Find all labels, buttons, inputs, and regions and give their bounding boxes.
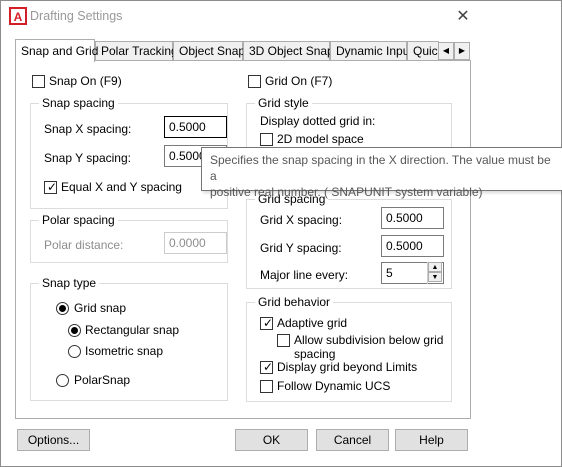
major-line-spinner[interactable]: ▲ ▼ xyxy=(427,262,442,284)
snap-on-label: Snap On (F9) xyxy=(49,74,122,88)
polar-distance-label: Polar distance: xyxy=(44,238,124,252)
allow-subdivision-label: Allow subdivision below grid xyxy=(294,333,444,347)
polar-snap-radio[interactable] xyxy=(56,374,69,387)
tooltip-line-2: positive real number. ( SNAPUNIT system … xyxy=(210,185,483,199)
tab-dynamic-input[interactable]: Dynamic Input xyxy=(330,41,413,61)
grid-behavior-title: Grid behavior xyxy=(255,295,334,309)
rectangular-snap-radio[interactable] xyxy=(68,324,81,337)
grid-snap-radio[interactable] xyxy=(56,302,69,315)
adaptive-grid-checkbox[interactable]: ✓ xyxy=(260,316,273,330)
svg-text:A: A xyxy=(14,10,23,24)
title-bar: A Drafting Settings ✕ xyxy=(1,1,561,32)
snap-x-tooltip: Specifies the snap spacing in the X dire… xyxy=(201,147,562,199)
tab-scroll-left-icon[interactable]: ◀ xyxy=(438,42,454,60)
polar-snap-label: PolarSnap xyxy=(74,373,131,387)
allow-subdivision-checkbox[interactable] xyxy=(277,334,290,347)
grid-y-spacing-input[interactable]: 0.5000 xyxy=(381,235,444,257)
grid-x-spacing-input[interactable]: 0.5000 xyxy=(381,207,444,229)
grid-snap-label: Grid snap xyxy=(74,301,127,315)
help-button[interactable]: Help xyxy=(395,429,468,451)
cancel-button[interactable]: Cancel xyxy=(316,429,389,451)
options-button[interactable]: Options... xyxy=(17,429,90,451)
snap-x-spacing-input[interactable]: 0.5000 xyxy=(164,116,227,138)
grid-on-checkbox[interactable] xyxy=(248,75,261,88)
snap-and-grid-panel: Snap On (F9) Snap spacing Snap X spacing… xyxy=(15,60,471,419)
grid-x-label: Grid X spacing: xyxy=(260,213,343,227)
major-line-label: Major line every: xyxy=(260,268,349,282)
tab-object-snap[interactable]: Object Snap xyxy=(173,41,245,61)
tooltip-line-1: Specifies the snap spacing in the X dire… xyxy=(210,153,551,183)
polar-spacing-group: Polar spacing Polar distance: 0.0000 xyxy=(30,213,228,263)
model-space-checkbox[interactable] xyxy=(260,133,273,146)
allow-subdivision-label-2: spacing xyxy=(294,347,336,361)
spin-down-icon[interactable]: ▼ xyxy=(428,272,442,282)
snap-x-label: Snap X spacing: xyxy=(44,122,132,136)
follow-dynamic-ucs-checkbox[interactable] xyxy=(260,380,273,393)
tab-snap-and-grid[interactable]: Snap and Grid xyxy=(15,39,98,62)
tab-polar-tracking[interactable]: Polar Tracking xyxy=(95,41,178,61)
drafting-settings-dialog: A Drafting Settings ✕ Snap and Grid Pola… xyxy=(0,0,562,467)
model-space-label: 2D model space xyxy=(277,132,364,146)
grid-behavior-group: Grid behavior ✓ Adaptive grid Allow subd… xyxy=(246,295,452,402)
grid-y-label: Grid Y spacing: xyxy=(260,241,342,255)
equal-spacing-label: Equal X and Y spacing xyxy=(61,180,182,194)
snap-type-title: Snap type xyxy=(39,276,100,290)
follow-dynamic-ucs-label: Follow Dynamic UCS xyxy=(277,379,391,393)
spin-up-icon[interactable]: ▲ xyxy=(428,262,442,272)
tab-scroll-right-icon[interactable]: ▶ xyxy=(454,42,470,60)
polar-spacing-title: Polar spacing xyxy=(39,213,118,227)
rectangular-snap-label: Rectangular snap xyxy=(85,323,180,337)
polar-distance-input[interactable]: 0.0000 xyxy=(164,232,227,254)
dotted-grid-label: Display dotted grid in: xyxy=(260,114,376,128)
display-beyond-limits-label: Display grid beyond Limits xyxy=(277,360,418,374)
snap-spacing-title: Snap spacing xyxy=(39,96,118,110)
tab-strip: Snap and Grid Polar Tracking Object Snap… xyxy=(15,39,471,62)
close-icon[interactable]: ✕ xyxy=(451,6,475,28)
grid-style-title: Grid style xyxy=(255,96,312,110)
snap-y-label: Snap Y spacing: xyxy=(44,151,131,165)
ok-button[interactable]: OK xyxy=(235,429,308,451)
isometric-snap-label: Isometric snap xyxy=(85,344,164,358)
grid-spacing-group: Grid spacing Grid X spacing: 0.5000 Grid… xyxy=(246,192,452,289)
snap-on-checkbox[interactable] xyxy=(32,75,45,88)
equal-spacing-checkbox[interactable]: ✓ xyxy=(44,180,57,194)
grid-on-label: Grid On (F7) xyxy=(265,74,333,88)
display-beyond-limits-checkbox[interactable]: ✓ xyxy=(260,360,273,374)
tab-scroll-buttons: ◀ ▶ xyxy=(438,42,470,60)
autocad-app-icon: A xyxy=(9,7,27,25)
adaptive-grid-label: Adaptive grid xyxy=(277,316,348,330)
snap-type-group: Snap type Grid snap Rectangular snap Iso… xyxy=(30,276,228,401)
window-title: Drafting Settings xyxy=(30,9,123,23)
snap-spacing-group: Snap spacing Snap X spacing: 0.5000 Snap… xyxy=(30,96,228,209)
tab-quick-properties[interactable]: Quic xyxy=(407,41,439,61)
tab-3d-object-snap[interactable]: 3D Object Snap xyxy=(243,41,334,61)
isometric-snap-radio[interactable] xyxy=(68,345,81,358)
